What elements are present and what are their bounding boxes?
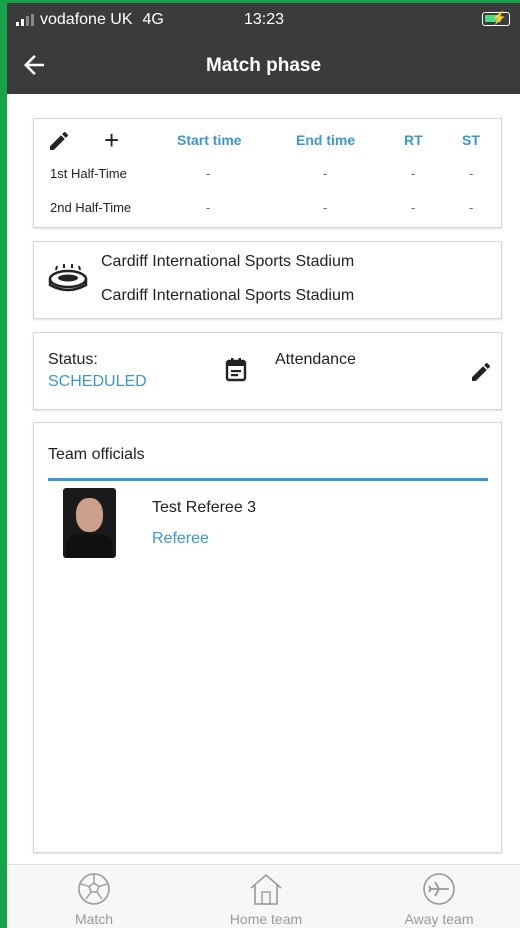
status-bar: vodafone UK 4G 13:23 ⚡ [7,3,520,37]
col-end-time: End time [296,132,356,148]
officials-header: Team officials [48,446,145,463]
app-bar: Match phase [7,37,520,94]
page-title: Match phase [205,55,322,76]
period-cell: - [206,200,211,215]
col-start-time: Start time [177,132,242,148]
officials-divider [48,478,488,481]
period-cell: - [411,166,416,181]
stadium-icon [48,264,88,292]
official-role: Referee [152,530,209,547]
stadium-card[interactable]: Cardiff International Sports Stadium Car… [33,241,502,319]
status-label: Status: [48,351,98,368]
pencil-icon[interactable] [47,129,71,153]
home-icon [250,873,282,905]
signal-icon [16,14,34,26]
calendar-icon[interactable] [224,357,248,383]
stadium-name-secondary: Cardiff International Sports Stadium [101,287,355,304]
attendance-label: Attendance [275,351,356,368]
col-rt: RT [404,132,423,148]
period-cell: - [323,200,328,215]
bottom-navigation: Match Home team Away team [7,864,520,928]
main-content: + Start time End time RT ST 1st Half-Tim… [7,94,520,864]
official-name[interactable]: Test Referee 3 [152,499,256,517]
period-row-label: 2nd Half-Time [50,200,132,215]
period-row-label: 1st Half-Time [50,166,127,181]
edit-attendance-icon[interactable] [469,360,493,384]
airplane-icon [423,873,455,905]
clock: 13:23 [244,11,285,28]
nav-match-label: Match [74,911,114,927]
add-icon[interactable]: + [104,127,119,153]
period-cell: - [206,166,211,181]
avatar [63,488,116,558]
period-cell: - [469,200,474,215]
device-screen: vodafone UK 4G 13:23 ⚡ Match phase + Sta… [7,3,520,928]
period-cell: - [323,166,328,181]
football-icon [78,873,110,905]
team-officials-card: Team officials Test Referee 3 Referee [33,422,502,853]
battery-icon: ⚡ [482,10,510,26]
nav-away-team[interactable]: Away team [379,871,499,927]
carrier-name: vodafone UK [40,11,133,28]
nav-away-label: Away team [404,911,474,927]
period-cell: - [469,166,474,181]
col-st: ST [462,132,480,148]
period-cell: - [411,200,416,215]
periods-card: + Start time End time RT ST 1st Half-Tim… [33,118,502,228]
network-type: 4G [142,11,164,28]
carrier-info: vodafone UK 4G [16,11,164,29]
status-value: SCHEDULED [48,373,147,390]
nav-home-team[interactable]: Home team [206,871,326,927]
status-card: Status: SCHEDULED Attendance [33,332,502,410]
stadium-name: Cardiff International Sports Stadium [101,253,355,270]
nav-match[interactable]: Match [34,871,154,927]
nav-home-label: Home team [229,911,303,927]
